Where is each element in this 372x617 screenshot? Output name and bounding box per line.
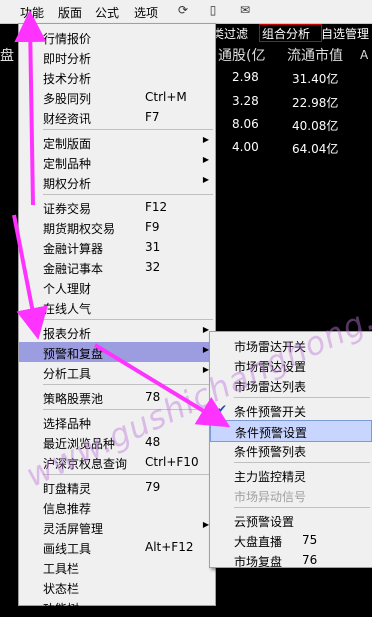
arrow-to-function-menu — [14, 10, 47, 206]
annotation-arrows — [12, 10, 231, 428]
arrow-to-alert-review — [12, 214, 48, 340]
arrow-to-alert-settings — [93, 343, 231, 428]
